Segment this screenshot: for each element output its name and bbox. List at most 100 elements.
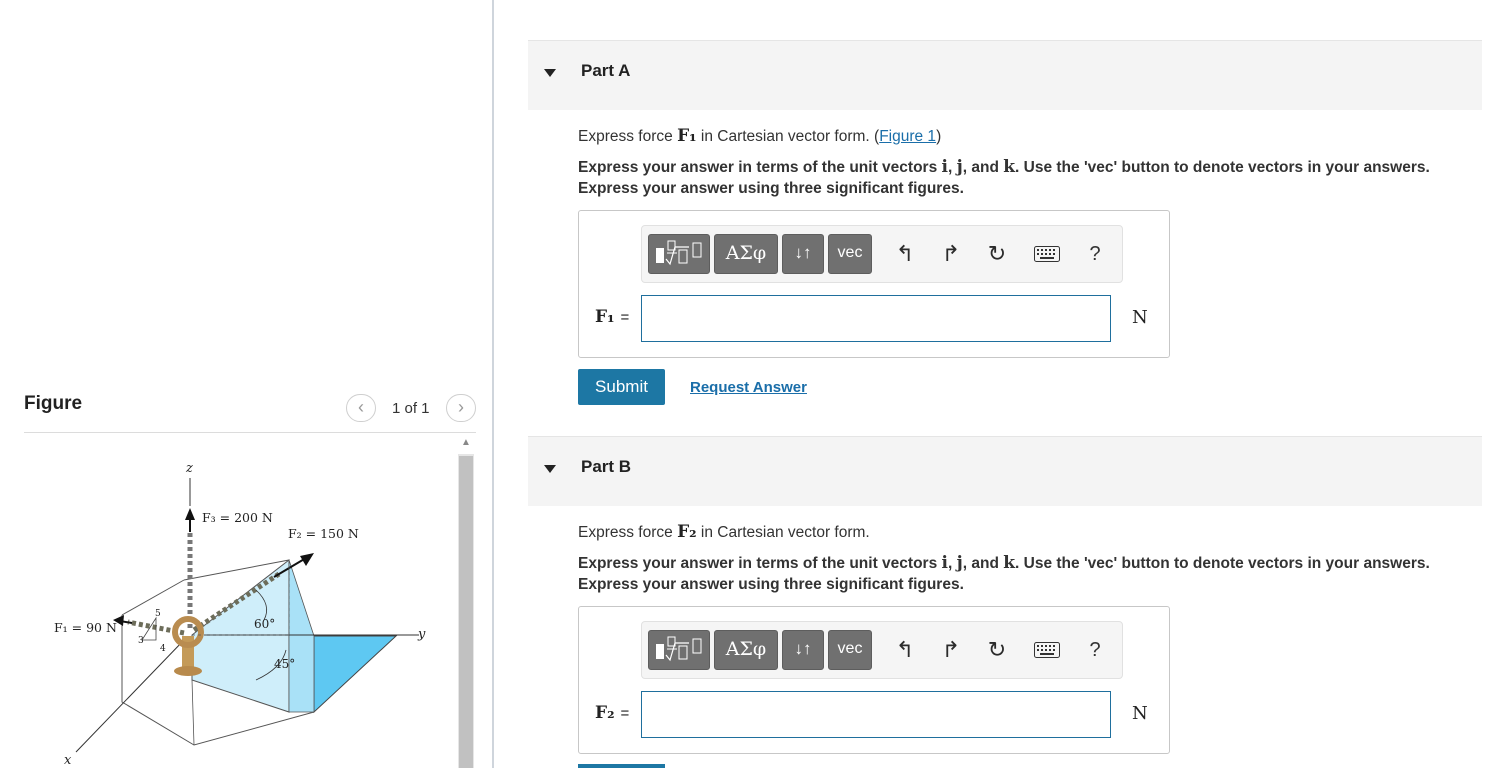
part-a-variable: F₁ bbox=[595, 307, 615, 327]
instr-text: Express your answer in terms of the unit… bbox=[578, 159, 942, 176]
part-b-answer-input[interactable] bbox=[641, 691, 1111, 738]
triangle-leg-3-label: 3 bbox=[138, 636, 144, 646]
unit-vector-k: k bbox=[1003, 157, 1016, 177]
part-b-submit-button[interactable] bbox=[578, 764, 665, 768]
keyboard-glyph bbox=[1034, 642, 1060, 658]
greek-symbols-button[interactable]: ΑΣφ bbox=[714, 234, 778, 274]
templates-button[interactable] bbox=[648, 630, 710, 670]
triangle-leg-4-label: 4 bbox=[160, 644, 166, 654]
part-b-question-prefix: Express force bbox=[578, 524, 678, 541]
x-label: x bbox=[64, 753, 72, 768]
f1-label: F₁ = 90 N bbox=[54, 620, 117, 635]
figure-title: Figure bbox=[24, 393, 83, 414]
f2-label: F₂ = 150 N bbox=[288, 526, 359, 541]
part-b-instructions-line1: Express your answer in terms of the unit… bbox=[578, 553, 1488, 574]
templates-icon bbox=[656, 240, 702, 266]
instr-vec-note: . Use the 'vec' button to denote vectors… bbox=[1015, 159, 1430, 176]
templates-icon bbox=[656, 636, 702, 662]
redo-icon[interactable]: ↱ bbox=[938, 636, 964, 664]
vec-button[interactable]: vec bbox=[828, 234, 872, 274]
part-b-instructions: Express your answer in terms of the unit… bbox=[578, 553, 1488, 595]
part-b-title: Part B bbox=[581, 457, 632, 476]
caret-down-icon[interactable] bbox=[544, 465, 556, 473]
part-a-question-end: ) bbox=[936, 128, 942, 145]
part-b-answer-box: ΑΣφ ↓↑ vec ↰ ↱ ↻ ? F₂ = N bbox=[578, 606, 1170, 754]
keyboard-glyph bbox=[1034, 246, 1060, 262]
part-a-header[interactable]: Part A bbox=[528, 40, 1482, 110]
instr-and: , and bbox=[962, 555, 1004, 572]
part-a-answer-input[interactable] bbox=[641, 295, 1111, 342]
templates-button[interactable] bbox=[648, 234, 710, 274]
undo-icon[interactable]: ↰ bbox=[892, 636, 918, 664]
instr-comma: , bbox=[947, 159, 957, 176]
subscript-superscript-button[interactable]: ↓↑ bbox=[782, 234, 824, 274]
vec-button[interactable]: vec bbox=[828, 630, 872, 670]
z-label: z bbox=[185, 461, 193, 476]
chevron-right-icon[interactable]: › bbox=[446, 394, 476, 422]
dark-plane bbox=[313, 635, 398, 714]
caret-down-icon[interactable] bbox=[544, 69, 556, 77]
help-icon[interactable]: ? bbox=[1082, 636, 1108, 664]
plane-edge bbox=[288, 559, 315, 713]
keyboard-icon[interactable] bbox=[1032, 636, 1062, 664]
figure-separator bbox=[24, 432, 476, 433]
part-b-unit: N bbox=[1132, 703, 1148, 724]
part-a-unit: N bbox=[1132, 307, 1148, 328]
part-a-question-prefix: Express force bbox=[578, 128, 678, 145]
triangle-hyp-label: 5 bbox=[155, 609, 161, 619]
part-a-instructions: Express your answer in terms of the unit… bbox=[578, 157, 1488, 199]
reset-icon[interactable]: ↻ bbox=[984, 240, 1010, 268]
part-a-title: Part A bbox=[581, 61, 631, 80]
subscript-superscript-button[interactable]: ↓↑ bbox=[782, 630, 824, 670]
part-a-instructions-line1: Express your answer in terms of the unit… bbox=[578, 157, 1488, 178]
part-a-instructions-line2: Express your answer using three signific… bbox=[578, 180, 964, 197]
scroll-up-arrow-icon[interactable]: ▲ bbox=[458, 436, 474, 452]
panel-divider[interactable] bbox=[492, 0, 494, 768]
instr-text: Express your answer in terms of the unit… bbox=[578, 555, 942, 572]
submit-button[interactable]: Submit bbox=[578, 369, 665, 405]
angle-60-label: 60° bbox=[254, 617, 275, 631]
help-icon[interactable]: ? bbox=[1082, 240, 1108, 268]
part-b-variable: F₂ bbox=[595, 703, 615, 723]
figure-scroll-thumb[interactable] bbox=[459, 456, 473, 768]
box-line-3 bbox=[191, 679, 195, 746]
f3-label: F₃ = 200 N bbox=[202, 510, 273, 525]
unit-vector-k: k bbox=[1003, 553, 1016, 573]
f2-arrowhead bbox=[300, 553, 314, 566]
request-answer-link[interactable]: Request Answer bbox=[690, 379, 807, 396]
part-a-question: Express force F₁ in Cartesian vector for… bbox=[578, 126, 941, 146]
redo-icon[interactable]: ↱ bbox=[938, 240, 964, 268]
part-a-math-toolbar: ΑΣφ ↓↑ vec ↰ ↱ ↻ ? bbox=[641, 225, 1123, 283]
part-b-question-suffix: in Cartesian vector form. bbox=[696, 524, 870, 541]
part-b-variable-label: F₂ = bbox=[595, 703, 629, 723]
part-b-math-toolbar: ΑΣφ ↓↑ vec ↰ ↱ ↻ ? bbox=[641, 621, 1123, 679]
part-a-question-symbol: F₁ bbox=[677, 126, 697, 146]
figure-header: Figure ‹ 1 of 1 › bbox=[24, 390, 484, 430]
chevron-left-icon[interactable]: ‹ bbox=[346, 394, 376, 422]
equals-sign: = bbox=[620, 705, 630, 722]
part-b-instructions-line2: Express your answer using three signific… bbox=[578, 576, 964, 593]
instr-vec-note: . Use the 'vec' button to denote vectors… bbox=[1015, 555, 1430, 572]
part-a-answer-box: ΑΣφ ↓↑ vec ↰ ↱ ↻ ? F₁ = N bbox=[578, 210, 1170, 358]
light-plane bbox=[191, 558, 290, 713]
angle-45-label: 45° bbox=[274, 657, 295, 671]
y-label: y bbox=[417, 627, 426, 642]
undo-icon[interactable]: ↰ bbox=[892, 240, 918, 268]
keyboard-icon[interactable] bbox=[1032, 240, 1062, 268]
figure-panel: Figure ‹ 1 of 1 › z y x F₃ = 200 N F₂ = … bbox=[0, 0, 492, 768]
part-b-question-symbol: F₂ bbox=[677, 522, 697, 542]
f3-arrowhead bbox=[185, 508, 195, 520]
figure-image: z y x F₃ = 200 N F₂ = 150 N F₁ = 90 N 60… bbox=[54, 461, 426, 768]
part-a-question-suffix: in Cartesian vector form. ( bbox=[696, 128, 880, 145]
part-a-variable-label: F₁ = bbox=[595, 307, 629, 327]
instr-comma: , bbox=[947, 555, 957, 572]
reset-icon[interactable]: ↻ bbox=[984, 636, 1010, 664]
eyebolt-nut bbox=[174, 666, 202, 676]
figure-link[interactable]: Figure 1 bbox=[879, 128, 936, 145]
x-axis bbox=[75, 639, 185, 753]
part-b-header[interactable]: Part B bbox=[528, 436, 1482, 506]
figure-pager-count: 1 of 1 bbox=[392, 400, 430, 417]
greek-symbols-button[interactable]: ΑΣφ bbox=[714, 630, 778, 670]
part-b-question: Express force F₂ in Cartesian vector for… bbox=[578, 522, 870, 542]
equals-sign: = bbox=[620, 309, 630, 326]
